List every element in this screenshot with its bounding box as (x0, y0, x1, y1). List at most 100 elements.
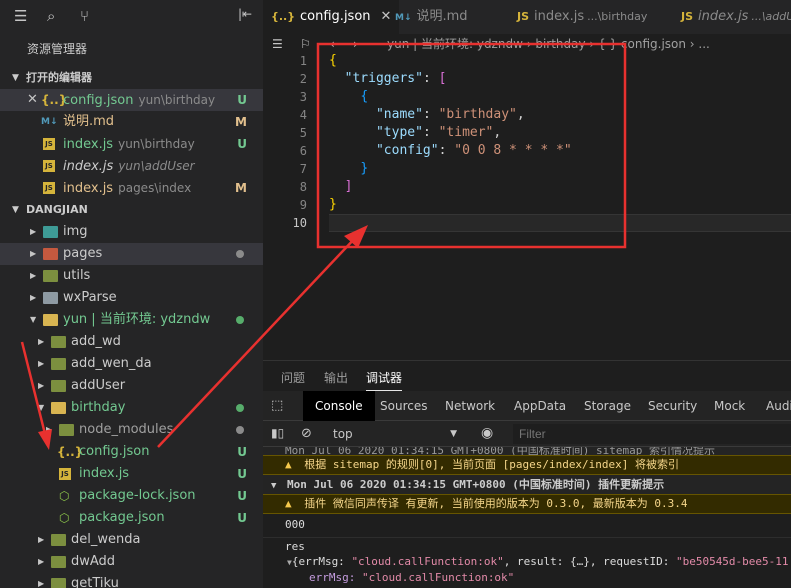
code-line: } (360, 161, 369, 176)
code-line: "config": "0 0 8 * * * *" (375, 143, 572, 158)
status-badge: M (235, 115, 247, 129)
tab-problems[interactable]: 问题 (281, 369, 305, 386)
filter-input[interactable] (513, 424, 791, 444)
tree-folder-gettiku[interactable]: ▶ getTiku (0, 573, 263, 588)
tree-folder-del-wenda[interactable]: ▶ del_wenda (0, 529, 263, 551)
chevron-down-icon: ▼ (450, 429, 457, 439)
open-editor-index-js-pages[interactable]: JS index.js pages\index M (0, 177, 263, 199)
file-path: pages\index (118, 181, 192, 195)
list-icon[interactable]: ☰ (272, 34, 283, 54)
breadcrumb: ☰ ⚐ ‹ › yun | 当前环境: ydzndw › birthday › … (263, 34, 791, 54)
folder-icon (43, 270, 58, 282)
eye-icon[interactable]: ◉ (481, 425, 493, 441)
tab-storage[interactable]: Storage (584, 391, 631, 421)
tree-label: package.json (79, 510, 165, 525)
line-number: 8 (299, 180, 307, 194)
tree-label: yun | 当前环境: ydzndw (63, 312, 211, 327)
breadcrumb-path[interactable]: yun | 当前环境: ydzndw › birthday › { } conf… (387, 34, 710, 54)
open-editor-config-json[interactable]: ✕ {..} config.json yun\birthday U (0, 89, 263, 111)
tab-config-json[interactable]: {..} config.json ✕ (263, 0, 401, 34)
bottom-panel: 问题 输出 调试器 ⬚ Console Sources Network AppD… (263, 360, 791, 588)
panel-tabs: 问题 输出 调试器 (263, 361, 791, 391)
tree-folder-add-wen-da[interactable]: ▶ add_wen_da (0, 353, 263, 375)
warning-icon: ▲ (285, 497, 292, 510)
open-editor-index-js-birthday[interactable]: JS index.js yun\birthday U (0, 133, 263, 155)
clear-console-icon[interactable]: ⊘ (301, 426, 312, 441)
tree-file-package-lock-json[interactable]: ⬡ package-lock.json U (0, 485, 263, 507)
folder-icon (51, 578, 66, 588)
tree-folder-pages[interactable]: ▶ pages (0, 243, 263, 265)
folder-icon (51, 336, 66, 348)
tab-appdata[interactable]: AppData (514, 391, 566, 421)
inspect-icon[interactable]: ⬚ (271, 391, 283, 421)
back-icon[interactable]: ‹ (330, 34, 335, 54)
chevron-right-icon: ▶ (30, 293, 37, 302)
file-name: index.js (63, 159, 114, 174)
project-header[interactable]: ▼ DANGJIAN (0, 199, 263, 221)
context-select[interactable]: top ▼ (325, 421, 465, 447)
code-area[interactable]: { "triggers": [ { "name": "birthday", "t… (329, 52, 791, 232)
tree-folder-utils[interactable]: ▶ utils (0, 265, 263, 287)
status-badge: M (235, 181, 247, 195)
chevron-down-icon: ▼ (271, 481, 277, 491)
tree-folder-node-modules[interactable]: ▶ node_modules (0, 419, 263, 441)
tab-label: index.js (698, 9, 749, 24)
context-value: top (333, 427, 353, 441)
status-badge: U (237, 511, 247, 525)
tab-readme-md[interactable]: M↓ 说明.md (385, 0, 479, 34)
source-control-icon[interactable]: ⑂ (80, 7, 89, 25)
tree-label: package-lock.json (79, 488, 196, 503)
line-number: 4 (299, 108, 307, 122)
open-editors-label: 打开的编辑器 (26, 71, 92, 84)
tab-debugger[interactable]: 调试器 (366, 369, 403, 391)
console-group-header[interactable]: ▼ Mon Jul 06 2020 01:34:15 GMT+0800 (中国标… (263, 475, 791, 494)
chevron-right-icon: ▶ (30, 249, 37, 258)
tab-audits[interactable]: Audi (766, 391, 791, 421)
tree-folder-dwadd[interactable]: ▶ dwAdd (0, 551, 263, 573)
tree-file-index-js[interactable]: JS index.js U (0, 463, 263, 485)
js-file-icon: JS (43, 160, 55, 172)
project-label: DANGJIAN (26, 203, 88, 216)
tab-index-js-birthday[interactable]: JS index.js ...\birthday (507, 0, 659, 34)
line-number: 5 (299, 126, 307, 140)
open-editors-header[interactable]: ▼ 打开的编辑器 (0, 67, 263, 89)
tab-index-js-adduser[interactable]: JS index.js ...\addU (671, 0, 791, 34)
tab-mock[interactable]: Mock (714, 391, 745, 421)
tree-folder-yun[interactable]: ▼ yun | 当前环境: ydzndw (0, 309, 263, 331)
collapse-icon[interactable]: |⇤ (238, 7, 252, 21)
tree-folder-add-wd[interactable]: ▶ add_wd (0, 331, 263, 353)
tree-folder-wxparse[interactable]: ▶ wxParse (0, 287, 263, 309)
chevron-right-icon: ▶ (38, 359, 45, 368)
chevron-down-icon: ▼ (30, 315, 37, 324)
tab-console[interactable]: Console (303, 391, 375, 421)
menu-icon[interactable]: ☰ (14, 7, 27, 25)
tree-label: index.js (79, 466, 130, 481)
folder-icon (43, 292, 58, 304)
open-editor-readme-md[interactable]: M↓ 说明.md M (0, 111, 263, 133)
code-line: ] (344, 179, 353, 194)
code-line: } (329, 197, 337, 212)
tree-label: wxParse (63, 290, 117, 305)
tab-output[interactable]: 输出 (324, 369, 348, 386)
tree-folder-birthday[interactable]: ▼ birthday (0, 397, 263, 419)
close-icon[interactable]: ✕ (27, 89, 38, 111)
tab-security[interactable]: Security (648, 391, 697, 421)
bookmark-icon[interactable]: ⚐ (300, 34, 311, 54)
status-badge: U (237, 489, 247, 503)
markdown-file-icon: M↓ (395, 13, 412, 23)
open-editor-index-js-adduser[interactable]: JS index.js yun\addUser (0, 155, 263, 177)
tree-folder-adduser[interactable]: ▶ addUser (0, 375, 263, 397)
chevron-down-icon: ▼ (38, 403, 45, 412)
tree-file-package-json[interactable]: ⬡ package.json U (0, 507, 263, 529)
tree-folder-img[interactable]: ▶ img (0, 221, 263, 243)
search-icon[interactable]: ⌕ (47, 7, 55, 25)
tab-sources[interactable]: Sources (380, 391, 427, 421)
tree-file-config-json[interactable]: {..} config.json U (0, 441, 263, 463)
sidebar-toggle-icon[interactable]: ▮▯ (271, 426, 284, 440)
forward-icon[interactable]: › (353, 34, 358, 54)
chevron-right-icon: ▶ (46, 425, 53, 434)
tab-network[interactable]: Network (445, 391, 495, 421)
tab-label: 说明.md (416, 9, 468, 24)
package-file-icon: ⬡ (59, 511, 70, 525)
console-warning: ▲ 插件 微信同声传译 有更新, 当前使用的版本为 0.3.0, 最新版本为 0… (263, 494, 791, 514)
